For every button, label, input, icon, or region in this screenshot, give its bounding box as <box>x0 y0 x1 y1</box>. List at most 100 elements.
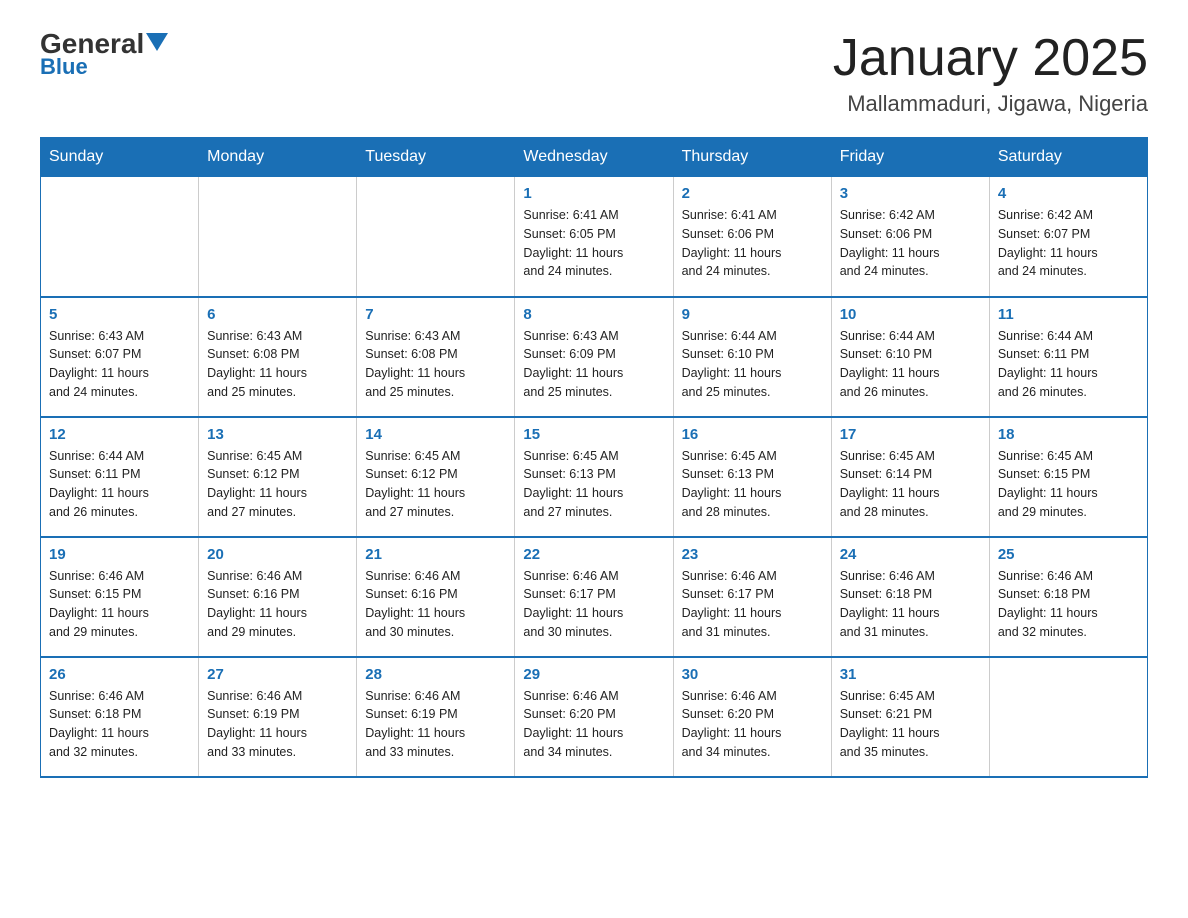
day-number: 8 <box>523 306 664 323</box>
day-info: Sunrise: 6:46 AM Sunset: 6:18 PM Dayligh… <box>998 567 1139 642</box>
day-number: 24 <box>840 546 981 563</box>
calendar-header: SundayMondayTuesdayWednesdayThursdayFrid… <box>41 138 1148 177</box>
day-number: 27 <box>207 666 348 683</box>
calendar-cell: 20 Sunrise: 6:46 AM Sunset: 6:16 PM Dayli… <box>199 537 357 657</box>
header-day-monday: Monday <box>199 138 357 177</box>
day-number: 25 <box>998 546 1139 563</box>
calendar-cell: 8 Sunrise: 6:43 AM Sunset: 6:09 PM Daylig… <box>515 297 673 417</box>
day-number: 11 <box>998 306 1139 323</box>
day-info: Sunrise: 6:46 AM Sunset: 6:19 PM Dayligh… <box>207 687 348 762</box>
calendar-cell: 21Sunrise: 6:46 AM Sunset: 6:16 PM Dayli… <box>357 537 515 657</box>
calendar-cell: 17Sunrise: 6:45 AM Sunset: 6:14 PM Dayli… <box>831 417 989 537</box>
header-day-tuesday: Tuesday <box>357 138 515 177</box>
calendar-cell: 2 Sunrise: 6:41 AM Sunset: 6:06 PM Daylig… <box>673 177 831 297</box>
day-info: Sunrise: 6:41 AM Sunset: 6:05 PM Dayligh… <box>523 206 664 281</box>
day-number: 28 <box>365 666 506 683</box>
header-day-sunday: Sunday <box>41 138 199 177</box>
calendar-cell: 16 Sunrise: 6:45 AM Sunset: 6:13 PM Dayli… <box>673 417 831 537</box>
day-info: Sunrise: 6:46 AM Sunset: 6:15 PM Dayligh… <box>49 567 190 642</box>
week-row-4: 26 Sunrise: 6:46 AM Sunset: 6:18 PM Dayli… <box>41 657 1148 777</box>
calendar-cell: 28 Sunrise: 6:46 AM Sunset: 6:19 PM Dayli… <box>357 657 515 777</box>
day-number: 2 <box>682 185 823 202</box>
day-number: 4 <box>998 185 1139 202</box>
day-number: 16 <box>682 426 823 443</box>
week-row-3: 19 Sunrise: 6:46 AM Sunset: 6:15 PM Dayli… <box>41 537 1148 657</box>
calendar-cell: 26 Sunrise: 6:46 AM Sunset: 6:18 PM Dayli… <box>41 657 199 777</box>
day-info: Sunrise: 6:46 AM Sunset: 6:20 PM Dayligh… <box>682 687 823 762</box>
calendar-cell <box>989 657 1147 777</box>
calendar-cell: 15 Sunrise: 6:45 AM Sunset: 6:13 PM Dayli… <box>515 417 673 537</box>
day-info: Sunrise: 6:46 AM Sunset: 6:20 PM Dayligh… <box>523 687 664 762</box>
header-day-friday: Friday <box>831 138 989 177</box>
calendar-cell: 13Sunrise: 6:45 AM Sunset: 6:12 PM Dayli… <box>199 417 357 537</box>
day-info: Sunrise: 6:46 AM Sunset: 6:16 PM Dayligh… <box>207 567 348 642</box>
week-row-0: 1 Sunrise: 6:41 AM Sunset: 6:05 PM Daylig… <box>41 177 1148 297</box>
calendar-cell: 11 Sunrise: 6:44 AM Sunset: 6:11 PM Dayli… <box>989 297 1147 417</box>
logo-triangle-icon <box>146 33 168 51</box>
day-number: 13 <box>207 426 348 443</box>
day-number: 1 <box>523 185 664 202</box>
day-info: Sunrise: 6:43 AM Sunset: 6:09 PM Dayligh… <box>523 327 664 402</box>
calendar-cell: 4 Sunrise: 6:42 AM Sunset: 6:07 PM Daylig… <box>989 177 1147 297</box>
day-info: Sunrise: 6:43 AM Sunset: 6:08 PM Dayligh… <box>365 327 506 402</box>
day-info: Sunrise: 6:43 AM Sunset: 6:07 PM Dayligh… <box>49 327 190 402</box>
day-info: Sunrise: 6:45 AM Sunset: 6:15 PM Dayligh… <box>998 447 1139 522</box>
day-number: 15 <box>523 426 664 443</box>
day-info: Sunrise: 6:44 AM Sunset: 6:11 PM Dayligh… <box>49 447 190 522</box>
day-info: Sunrise: 6:46 AM Sunset: 6:17 PM Dayligh… <box>682 567 823 642</box>
day-number: 30 <box>682 666 823 683</box>
calendar-cell: 25 Sunrise: 6:46 AM Sunset: 6:18 PM Dayli… <box>989 537 1147 657</box>
day-number: 5 <box>49 306 190 323</box>
calendar-cell: 3Sunrise: 6:42 AM Sunset: 6:06 PM Daylig… <box>831 177 989 297</box>
calendar-cell: 9Sunrise: 6:44 AM Sunset: 6:10 PM Daylig… <box>673 297 831 417</box>
day-info: Sunrise: 6:46 AM Sunset: 6:18 PM Dayligh… <box>49 687 190 762</box>
day-number: 21 <box>365 546 506 563</box>
title-block: January 2025 Mallammaduri, Jigawa, Niger… <box>833 30 1148 117</box>
day-info: Sunrise: 6:45 AM Sunset: 6:13 PM Dayligh… <box>523 447 664 522</box>
month-title: January 2025 <box>833 30 1148 87</box>
header-day-thursday: Thursday <box>673 138 831 177</box>
calendar-cell: 18Sunrise: 6:45 AM Sunset: 6:15 PM Dayli… <box>989 417 1147 537</box>
header-day-saturday: Saturday <box>989 138 1147 177</box>
header-row: SundayMondayTuesdayWednesdayThursdayFrid… <box>41 138 1148 177</box>
calendar-cell: 7 Sunrise: 6:43 AM Sunset: 6:08 PM Daylig… <box>357 297 515 417</box>
logo-blue: Blue <box>40 54 88 80</box>
day-number: 9 <box>682 306 823 323</box>
calendar-cell: 24Sunrise: 6:46 AM Sunset: 6:18 PM Dayli… <box>831 537 989 657</box>
calendar-cell: 5 Sunrise: 6:43 AM Sunset: 6:07 PM Daylig… <box>41 297 199 417</box>
day-info: Sunrise: 6:42 AM Sunset: 6:07 PM Dayligh… <box>998 206 1139 281</box>
day-number: 17 <box>840 426 981 443</box>
page-header: General Blue January 2025 Mallammaduri, … <box>40 30 1148 117</box>
location: Mallammaduri, Jigawa, Nigeria <box>833 91 1148 117</box>
calendar-cell: 1 Sunrise: 6:41 AM Sunset: 6:05 PM Daylig… <box>515 177 673 297</box>
calendar-cell: 30 Sunrise: 6:46 AM Sunset: 6:20 PM Dayli… <box>673 657 831 777</box>
calendar-cell: 23Sunrise: 6:46 AM Sunset: 6:17 PM Dayli… <box>673 537 831 657</box>
calendar-cell: 27 Sunrise: 6:46 AM Sunset: 6:19 PM Dayli… <box>199 657 357 777</box>
day-info: Sunrise: 6:44 AM Sunset: 6:11 PM Dayligh… <box>998 327 1139 402</box>
calendar-body: 1 Sunrise: 6:41 AM Sunset: 6:05 PM Daylig… <box>41 177 1148 777</box>
day-number: 6 <box>207 306 348 323</box>
day-number: 7 <box>365 306 506 323</box>
day-number: 19 <box>49 546 190 563</box>
calendar-cell: 22 Sunrise: 6:46 AM Sunset: 6:17 PM Dayli… <box>515 537 673 657</box>
day-info: Sunrise: 6:42 AM Sunset: 6:06 PM Dayligh… <box>840 206 981 281</box>
calendar-cell: 10Sunrise: 6:44 AM Sunset: 6:10 PM Dayli… <box>831 297 989 417</box>
calendar-cell: 12Sunrise: 6:44 AM Sunset: 6:11 PM Dayli… <box>41 417 199 537</box>
day-info: Sunrise: 6:45 AM Sunset: 6:12 PM Dayligh… <box>365 447 506 522</box>
calendar-table: SundayMondayTuesdayWednesdayThursdayFrid… <box>40 137 1148 778</box>
week-row-1: 5 Sunrise: 6:43 AM Sunset: 6:07 PM Daylig… <box>41 297 1148 417</box>
day-number: 22 <box>523 546 664 563</box>
calendar-cell: 31Sunrise: 6:45 AM Sunset: 6:21 PM Dayli… <box>831 657 989 777</box>
day-info: Sunrise: 6:46 AM Sunset: 6:19 PM Dayligh… <box>365 687 506 762</box>
calendar-cell: 19 Sunrise: 6:46 AM Sunset: 6:15 PM Dayli… <box>41 537 199 657</box>
day-info: Sunrise: 6:46 AM Sunset: 6:17 PM Dayligh… <box>523 567 664 642</box>
day-info: Sunrise: 6:41 AM Sunset: 6:06 PM Dayligh… <box>682 206 823 281</box>
calendar-cell <box>199 177 357 297</box>
day-number: 29 <box>523 666 664 683</box>
day-info: Sunrise: 6:45 AM Sunset: 6:13 PM Dayligh… <box>682 447 823 522</box>
calendar-cell: 29 Sunrise: 6:46 AM Sunset: 6:20 PM Dayli… <box>515 657 673 777</box>
week-row-2: 12Sunrise: 6:44 AM Sunset: 6:11 PM Dayli… <box>41 417 1148 537</box>
day-number: 26 <box>49 666 190 683</box>
header-day-wednesday: Wednesday <box>515 138 673 177</box>
day-number: 20 <box>207 546 348 563</box>
